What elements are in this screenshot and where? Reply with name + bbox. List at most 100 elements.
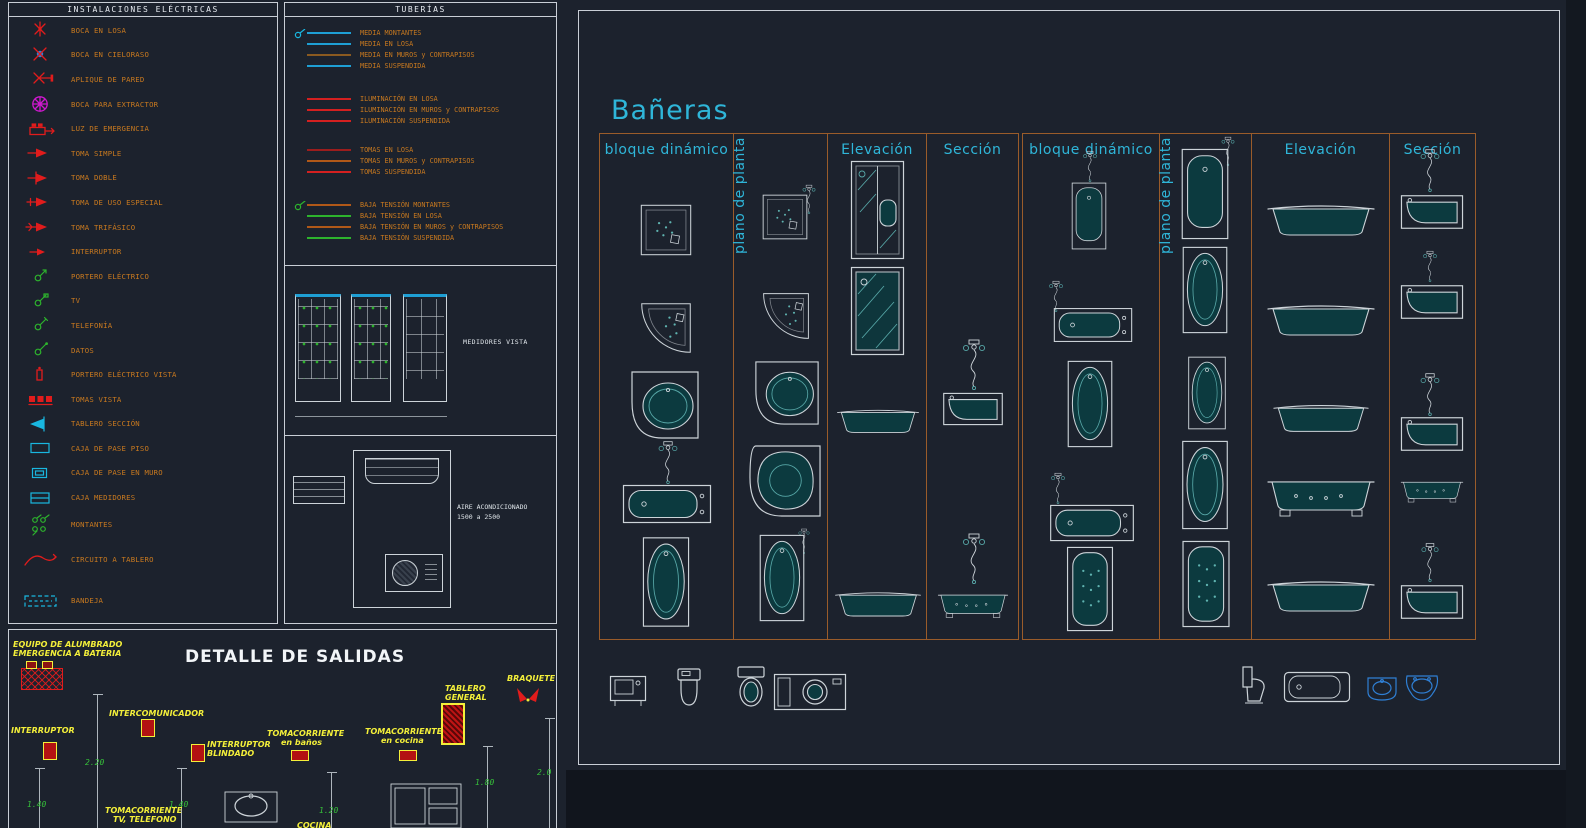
baneras-table-left: bloque dinámico plano de planta Elevació… — [599, 133, 1019, 640]
pipe-legend-label: MEDIA EN MUROS y CONTRAPISOS — [360, 50, 475, 59]
meter-cabinet-drawing — [403, 294, 447, 402]
wall-junction-box-icon — [9, 464, 71, 482]
emergency-lamp-icon — [42, 661, 53, 669]
phone-outlet-icon — [9, 316, 71, 334]
pipe-legend-item: TOMAS EN LOSA — [293, 144, 552, 155]
pipes-legend-panel: TUBERÍAS MEDIA MONTANTES MEDIA EN LOSA M… — [284, 2, 557, 624]
bathtub-plan-icon — [1283, 671, 1351, 703]
faucet-drawing — [1418, 148, 1442, 192]
legend-item-label: TOMA DE USO ESPECIAL — [71, 197, 163, 207]
pipe-legend-label: TOMAS EN MUROS y CONTRAPISOS — [360, 156, 475, 165]
legend-item-label: DATOS — [71, 345, 94, 355]
dimension-value: 2.0 — [537, 768, 552, 777]
pipe-legend-item: ILUMINACIÓN SUSPENDIDA — [293, 115, 552, 126]
meter-grid — [354, 299, 388, 379]
bathtub-plan-drawing — [1053, 306, 1133, 344]
pipe-legend-item: MEDIA MONTANTES — [293, 27, 552, 39]
pipe-legend-item: BAJA TENSIÓN SUSPENDIDA — [293, 232, 552, 243]
corner-shower-plan-drawing — [762, 292, 810, 340]
bathtub-plan-drawing — [1065, 360, 1115, 448]
dimension-line — [327, 772, 337, 828]
pipe-group-tomas: TOMAS EN LOSA TOMAS EN MUROS y CONTRAPIS… — [293, 144, 552, 177]
cable-tray-icon — [9, 593, 71, 609]
bathtub-section-drawing — [1400, 466, 1464, 516]
column-header: Elevación — [841, 142, 913, 158]
shower-cabin-elevation-drawing — [850, 266, 905, 356]
bathtub-section-drawing — [937, 586, 1009, 624]
circuit-to-panel-icon — [9, 550, 71, 570]
column-header: Elevación — [1284, 142, 1357, 158]
bathtub-plan-drawing — [1178, 148, 1232, 240]
shower-cabin-elevation-drawing — [850, 160, 905, 260]
washbasin-plan-icon — [1403, 673, 1441, 703]
legend-item-label: TOMA SIMPLE — [71, 148, 122, 158]
legend-item: PORTERO ELÉCTRICO VISTA — [9, 362, 277, 387]
column-header-rotated: plano de planta — [1158, 137, 1174, 254]
pipe-group-baja-tension: BAJA TENSIÓN MONTANTES BAJA TENSIÓN EN L… — [293, 199, 552, 243]
pipe-line-swatch — [307, 42, 351, 45]
emergency-equipment-label: EQUIPO DE ALUMBRADO — [13, 640, 123, 649]
column-elevacion: Elevación — [1252, 134, 1390, 639]
baneras-panel: Bañeras bloque dinámico plano de planta — [578, 10, 1560, 765]
ac-label: AIRE ACONDICIONADO 1500 a 2500 — [457, 502, 527, 522]
legend-item: MONTANTES — [9, 510, 277, 540]
pipe-legend-label: ILUMINACIÓN EN LOSA — [360, 94, 438, 103]
kitchen-cabinet-drawing — [390, 783, 462, 828]
bathtub-plan-drawing — [1065, 546, 1115, 632]
legend-item: CIRCUITO A TABLERO — [9, 540, 277, 580]
faucet-drawing — [961, 338, 987, 390]
pipe-legend-item: TOMAS SUSPENDIDA — [293, 166, 552, 177]
double-socket-icon — [9, 169, 71, 187]
bathtub-section-drawing — [1400, 284, 1464, 320]
main-panel-label: GENERAL — [445, 693, 487, 702]
armored-switch-label: BLINDADO — [207, 749, 255, 758]
legend-item-label: CAJA DE PASE PISO — [71, 443, 150, 453]
legend-item-label: BANDEJA — [71, 596, 104, 606]
kitchen-outlet-label: en cocina — [381, 736, 424, 745]
meter-cabinets-section: MEDIDORES VISTA — [285, 265, 556, 436]
bathtub-section-drawing — [1400, 416, 1464, 452]
pipe-legend-label: MEDIA SUSPENDIDA — [360, 61, 426, 70]
pipe-legend-item: BAJA TENSIÓN MONTANTES — [293, 199, 552, 211]
kitchen-outlet-drawing — [399, 750, 417, 761]
legend-item: TV — [9, 289, 277, 314]
meter-grid — [298, 299, 338, 379]
electrical-legend-list: BOCA EN LOSA BOCA EN CIELORASO APLIQUE D… — [9, 18, 277, 622]
meter-cabinet-drawing — [295, 294, 341, 402]
column-header-rotated: plano de planta — [732, 137, 748, 254]
corner-shower-plan-drawing — [640, 302, 692, 354]
legend-item: TOMA SIMPLE — [9, 141, 277, 166]
dimension-value: 1.80 — [475, 778, 495, 787]
meter-cabinet-drawing — [351, 294, 391, 402]
bathtub-elevation-drawing — [834, 586, 922, 622]
legend-item-label: BOCA PARA EXTRACTOR — [71, 99, 159, 109]
legend-item-label: MONTANTES — [71, 520, 113, 530]
column-plano-de-planta: plano de planta — [1158, 134, 1252, 639]
legend-item-label: TOMA TRIFÁSICO — [71, 222, 136, 232]
single-socket-icon — [9, 144, 71, 162]
pipe-legend-label: MEDIA MONTANTES — [360, 28, 422, 37]
column-header: bloque dinámico — [604, 142, 729, 158]
pipe-legend-item: MEDIA EN LOSA — [293, 38, 552, 49]
intercom-outlet-drawing — [141, 719, 155, 737]
emergency-light-drawing — [21, 661, 63, 690]
column-bloque-dinamico: bloque dinámico — [1023, 134, 1160, 639]
legend-item-label: APLIQUE DE PARED — [71, 74, 145, 84]
bathtub-section-drawing — [1400, 192, 1464, 232]
armored-switch-drawing — [191, 744, 205, 762]
pipe-line-swatch — [307, 159, 351, 162]
legend-item: TOMA DOBLE — [9, 166, 277, 191]
pipe-legend-label: TOMAS EN LOSA — [360, 145, 414, 154]
pipe-legend-label: ILUMINACIÓN EN MUROS y CONTRAPISOS — [360, 105, 500, 114]
pipe-line-swatch — [307, 53, 351, 56]
pipe-legend-item: BAJA TENSIÓN EN LOSA — [293, 210, 552, 221]
faucet-drawing — [1079, 150, 1101, 182]
column-header: Sección — [943, 142, 1002, 158]
washing-machine-icon — [773, 673, 847, 711]
electrical-legend-title: INSTALACIONES ELÉCTRICAS — [9, 3, 277, 17]
legend-item-label: INTERRUPTOR — [71, 247, 122, 257]
pipe-line-swatch — [307, 64, 351, 67]
ac-label-line2: 1500 a 2500 — [457, 513, 501, 521]
pipes-legend-title: TUBERÍAS — [285, 3, 556, 17]
dimension-value: 1.20 — [319, 806, 339, 815]
